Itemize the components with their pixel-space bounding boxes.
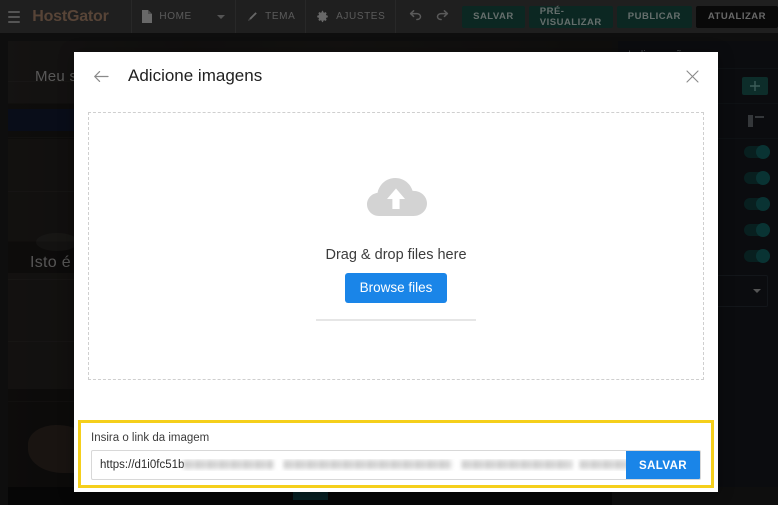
image-url-value: https://d1i0fc51blivro (92, 459, 700, 471)
arrow-left-icon[interactable] (90, 65, 112, 87)
image-url-section: Insira o link da imagem https://d1i0fc51… (78, 420, 714, 488)
close-icon[interactable] (682, 66, 702, 86)
dropzone-label: Drag & drop files here (325, 246, 467, 263)
dropzone-divider (316, 318, 476, 321)
browse-files-button[interactable]: Browse files (344, 272, 448, 303)
add-images-modal: Adicione imagens Drag & drop files here … (74, 52, 718, 492)
cloud-upload-icon (365, 172, 427, 223)
save-url-button[interactable]: SALVAR (626, 451, 700, 479)
image-url-label: Insira o link da imagem (91, 432, 210, 444)
image-url-prefix: https://d1i0fc51b (100, 459, 185, 471)
page-title: Adicione imagens (128, 66, 263, 85)
file-dropzone[interactable]: Drag & drop files here Browse files (88, 112, 704, 380)
modal-header: Adicione imagens (74, 52, 718, 100)
image-url-input[interactable]: https://d1i0fc51blivro SALVAR (91, 450, 701, 480)
